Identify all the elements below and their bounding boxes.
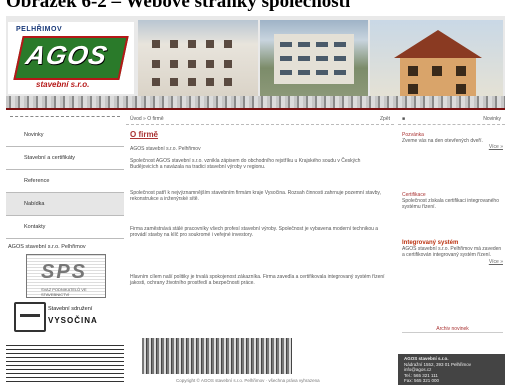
main-content: Úvod » O firmě Zpět O firmě AGOS stavebn… bbox=[126, 110, 394, 385]
contact-fax: Fax: 565 321 000 bbox=[404, 378, 440, 384]
sidebar-company-name: AGOS stavební s.r.o. Pelhřimov bbox=[8, 244, 86, 250]
news-item: Certifikace Společnost získala certifika… bbox=[402, 192, 503, 211]
svaz-line-2: VYSOČINA bbox=[48, 316, 98, 325]
news-text: AGOS stavební s.r.o. Pelhřimov má zavede… bbox=[402, 246, 502, 259]
news-header: ■ Novinky bbox=[398, 116, 505, 125]
copyright: Copyright © AGOS stavební s.r.o. Pelhřim… bbox=[176, 378, 320, 383]
sidebar-footer-decoration bbox=[6, 342, 124, 382]
paragraph-activity: Společnost patří k nejvýznamnějším stave… bbox=[130, 190, 388, 203]
company-logo[interactable]: PELHŘIMOV AGOS stavební s.r.o. bbox=[8, 22, 134, 94]
right-sidebar: ■ Novinky Pozvánka Zveme vás na den otev… bbox=[398, 110, 505, 385]
breadcrumb-bar: Úvod » O firmě Zpět bbox=[126, 116, 394, 125]
nav-item-certifikaty[interactable]: Stavební a certifikáty bbox=[6, 147, 124, 170]
header-photo-building-1 bbox=[138, 20, 258, 100]
header-pattern-band bbox=[6, 96, 505, 108]
nav-item-kontakty[interactable]: Kontakty bbox=[6, 216, 124, 239]
nav-item-label: Stavební a certifikáty bbox=[24, 155, 76, 161]
svaz-emblem-icon bbox=[14, 302, 46, 332]
nav-item-label: Kontakty bbox=[24, 224, 46, 230]
nav-item-label: Nabídka bbox=[24, 201, 45, 207]
sps-logo-subtitle: SVAZ PODNIKATELŮ VE STAVEBNICTVÍ bbox=[41, 287, 87, 297]
website-screenshot: PELHŘIMOV AGOS stavební s.r.o. Novinky S… bbox=[6, 16, 505, 385]
svaz-logo[interactable]: Stavební sdružení VYSOČINA bbox=[14, 302, 118, 332]
news-text: Společnost získala certifikaci integrova… bbox=[402, 198, 499, 211]
logo-brand-box: AGOS bbox=[13, 36, 129, 80]
nav-item-novinky[interactable]: Novinky bbox=[6, 124, 124, 147]
figure-caption-text: Obrázek 6-2 – Webové stránky společnosti bbox=[6, 0, 351, 12]
nav-item-label: Novinky bbox=[24, 132, 44, 138]
main-navigation: Novinky Stavební a certifikáty Reference… bbox=[6, 124, 124, 239]
header-photo-building-2 bbox=[260, 20, 368, 100]
news-header-label: Novinky bbox=[483, 116, 501, 122]
sidebar-divider bbox=[10, 116, 120, 121]
nav-item-label: Reference bbox=[24, 178, 50, 184]
paragraph-history: Společnost AGOS stavební s.r.o. vznikla … bbox=[130, 158, 388, 171]
paragraph-text: Firma zaměstnává stálé pracovníky všech … bbox=[130, 226, 379, 239]
paragraph-text: Hlavním cílem naší politiky je trvalá sp… bbox=[130, 274, 385, 287]
contact-name: AGOS stavební s.r.o. bbox=[404, 356, 449, 361]
paragraph-text: Společnost AGOS stavební s.r.o. vznikla … bbox=[130, 158, 361, 171]
paragraph-text: AGOS stavební s.r.o. Pelhřimov bbox=[130, 146, 201, 152]
content-photo bbox=[142, 338, 292, 374]
header-banner: PELHŘIMOV AGOS stavební s.r.o. bbox=[6, 16, 505, 110]
logo-subtitle: stavební s.r.o. bbox=[36, 80, 90, 89]
news-more-link[interactable]: Více » bbox=[402, 259, 503, 265]
contact-box: AGOS stavební s.r.o. Nádražní 1552, 393 … bbox=[398, 354, 505, 385]
news-archive-link[interactable]: Archiv novinek bbox=[402, 326, 503, 333]
paragraph-company: AGOS stavební s.r.o. Pelhřimov bbox=[130, 146, 388, 152]
nav-item-reference[interactable]: Reference bbox=[6, 170, 124, 193]
nav-item-nabidka[interactable]: Nabídka bbox=[6, 193, 124, 216]
paragraph-policy: Hlavním cílem naší politiky je trvalá sp… bbox=[130, 274, 388, 287]
back-link[interactable]: Zpět bbox=[380, 116, 390, 122]
figure-caption: Obrázek 6-2 – Webové stránky společnosti bbox=[0, 0, 511, 14]
svaz-line-1: Stavební sdružení bbox=[48, 306, 93, 312]
paragraph-staff: Firma zaměstnává stálé pracovníky všech … bbox=[130, 226, 388, 239]
news-item: Integrovaný systém AGOS stavební s.r.o. … bbox=[402, 240, 503, 265]
paragraph-text: Společnost patří k nejvýznamnějším stave… bbox=[130, 190, 381, 203]
sps-logo[interactable]: SPS SVAZ PODNIKATELŮ VE STAVEBNICTVÍ bbox=[26, 254, 106, 298]
news-item: Pozvánka Zveme vás na den otevřených dve… bbox=[402, 132, 503, 151]
logo-town: PELHŘIMOV bbox=[16, 26, 63, 33]
page-title: O firmě bbox=[130, 130, 159, 139]
bullet-icon: ■ bbox=[402, 116, 406, 122]
sps-logo-text: SPS bbox=[41, 261, 88, 283]
breadcrumb[interactable]: Úvod » O firmě bbox=[130, 116, 164, 122]
left-sidebar: Novinky Stavební a certifikáty Reference… bbox=[6, 110, 124, 385]
logo-brand: AGOS bbox=[23, 40, 111, 70]
news-more-link[interactable]: Více » bbox=[402, 144, 503, 150]
header-photo-house bbox=[370, 20, 503, 100]
